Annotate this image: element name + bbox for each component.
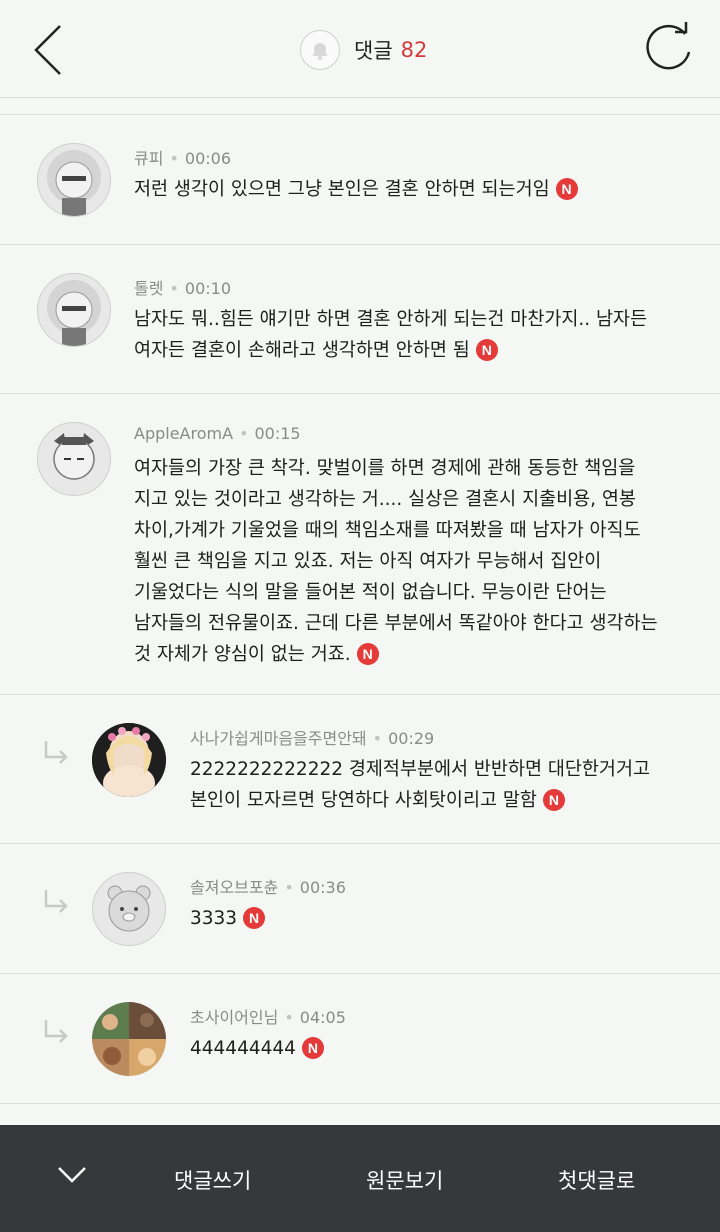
comment-text: 444444444 <box>190 1038 296 1059</box>
reply-item[interactable]: 솔져오브포츈 • 00:36 3333 N <box>0 843 720 973</box>
comment-body: 2222222222222 경제적부분에서 반반하면 대단한거거고 본인이 모자… <box>190 754 650 816</box>
comment-time: 00:06 <box>184 149 231 168</box>
comment-text: 남자도 뭐..힘든 얘기만 하면 결혼 안하게 되는건 마찬가지.. 남자든 여… <box>134 309 648 361</box>
new-badge: N <box>301 1037 324 1059</box>
comment-text: 저런 생각이 있으면 그냥 본인은 결혼 안하면 되는거임 <box>134 179 550 200</box>
page-title: 댓글 82 <box>300 30 427 70</box>
comment-time: 04:05 <box>299 1008 346 1027</box>
comment-time: 00:15 <box>254 424 301 443</box>
bell-icon[interactable] <box>300 30 340 70</box>
comment-list: 큐피 • 00:06 저런 생각이 있으면 그냥 본인은 결혼 안하면 되는거임 N … <box>0 114 720 1104</box>
new-badge: N <box>356 643 379 665</box>
comment-meta: 큐피 • 00:06 <box>134 149 231 168</box>
comment-meta: 톨렛 • 00:10 <box>134 279 231 298</box>
comment-meta: AppleAromA • 00:15 <box>134 424 301 443</box>
new-badge: N <box>542 789 565 811</box>
comment-text: 3333 <box>190 908 238 929</box>
comment-item[interactable]: 큐피 • 00:06 저런 생각이 있으면 그냥 본인은 결혼 안하면 되는거임 N <box>0 114 720 244</box>
ryan-afro-avatar[interactable] <box>37 273 111 347</box>
comment-author: AppleAromA <box>134 424 234 443</box>
comment-text: 2222222222222 경제적부분에서 반반하면 대단한거거고 본인이 모자… <box>190 759 650 811</box>
comment-author: 톨렛 <box>134 279 164 298</box>
comment-body: 3333 N <box>190 903 266 934</box>
refresh-icon[interactable] <box>640 20 696 76</box>
comment-body: 444444444 N <box>190 1033 324 1064</box>
comment-body: 남자도 뭐..힘든 얘기만 하면 결혼 안하게 되는건 마찬가지.. 남자든 여… <box>134 304 647 366</box>
view-original-button[interactable]: 원문보기 <box>366 1165 443 1195</box>
comment-time: 00:29 <box>388 729 435 748</box>
comment-body: 여자들의 가장 큰 착각. 맞벌이를 하면 경제에 관해 동등한 책임을 지고 … <box>134 453 658 670</box>
comment-meta: 초사이어인님 • 04:05 <box>190 1008 346 1027</box>
new-badge: N <box>243 907 266 929</box>
comment-author: 초사이어인님 <box>190 1008 279 1027</box>
photo-avatar-blonde[interactable] <box>92 723 166 797</box>
bear-avatar[interactable] <box>92 872 166 946</box>
ryan-afro-avatar[interactable] <box>37 143 111 217</box>
reply-item[interactable]: 초사이어인님 • 04:05 444444444 N <box>0 973 720 1104</box>
bottom-action-bar: 댓글쓰기 원문보기 첫댓글로 <box>0 1125 720 1232</box>
reply-arrow-icon <box>44 890 68 913</box>
photo-avatar-collage[interactable] <box>92 1002 166 1076</box>
write-comment-button[interactable]: 댓글쓰기 <box>174 1165 251 1195</box>
comment-count: 82 <box>400 38 428 62</box>
chevron-left-icon[interactable] <box>30 22 70 78</box>
comment-time: 00:10 <box>184 279 231 298</box>
comment-item[interactable]: AppleAromA • 00:15 여자들의 가장 큰 착각. 맞벌이를 하면 경… <box>0 393 720 694</box>
reply-arrow-icon <box>44 741 68 764</box>
chevron-down-icon[interactable] <box>56 1165 88 1185</box>
cat-avatar[interactable] <box>37 422 111 496</box>
reply-item[interactable]: 사나가쉽게마음을주면안돼 • 00:29 2222222222222 경제적부분에서… <box>0 694 720 843</box>
comment-author: 솔져오브포츈 <box>190 878 279 897</box>
new-badge: N <box>555 178 578 200</box>
comment-author: 사나가쉽게마음을주면안돼 <box>190 729 367 748</box>
comment-body: 저런 생각이 있으면 그냥 본인은 결혼 안하면 되는거임 N <box>134 174 578 205</box>
reply-arrow-icon <box>44 1020 68 1043</box>
comment-meta: 솔져오브포츈 • 00:36 <box>190 878 346 897</box>
comment-item[interactable]: 톨렛 • 00:10 남자도 뭐..힘든 얘기만 하면 결혼 안하게 되는건 마찬가… <box>0 244 720 393</box>
comment-author: 큐피 <box>134 149 164 168</box>
first-comment-button[interactable]: 첫댓글로 <box>558 1165 635 1195</box>
comment-meta: 사나가쉽게마음을주면안돼 • 00:29 <box>190 729 435 748</box>
comment-text: 여자들의 가장 큰 착각. 맞벌이를 하면 경제에 관해 동등한 책임을 지고 … <box>134 458 658 665</box>
new-badge: N <box>475 339 498 361</box>
top-bar: 댓글 82 <box>0 0 720 98</box>
title-label: 댓글 <box>354 39 393 63</box>
comment-time: 00:36 <box>299 878 346 897</box>
